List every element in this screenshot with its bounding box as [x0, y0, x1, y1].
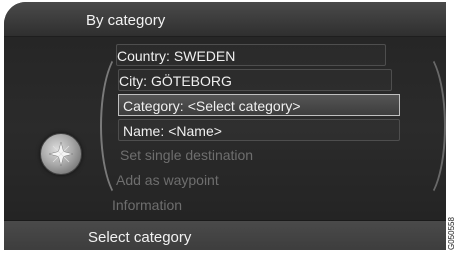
footer-status: Select category	[88, 229, 192, 246]
content-area: Country: SWEDEN City: GÖTEBORG Category: <S…	[4, 37, 446, 220]
city-value: GÖTEBORG	[151, 73, 232, 89]
country-label: Country:	[117, 48, 170, 64]
category-field[interactable]: Category: <Select category>	[118, 94, 400, 116]
information-item[interactable]: Information	[112, 194, 392, 216]
name-label: Name:	[123, 123, 165, 139]
knob-star-icon	[48, 141, 74, 167]
category-value: <Select category>	[187, 98, 301, 114]
infotainment-screen: By category Country: SWEDEN City: GÖTEBORG	[4, 2, 446, 250]
add-as-waypoint-item[interactable]: Add as waypoint	[116, 169, 396, 191]
page-title: By category	[86, 12, 166, 29]
navigation-knob-icon[interactable]	[40, 133, 82, 175]
country-field[interactable]: Country: SWEDEN	[116, 44, 386, 66]
country-value: SWEDEN	[173, 48, 236, 64]
name-value: <Name>	[168, 123, 222, 139]
screen-frame: By category Country: SWEDEN City: GÖTEBORG	[0, 0, 457, 253]
name-field[interactable]: Name: <Name>	[118, 119, 400, 141]
city-label: City:	[119, 73, 147, 89]
header-bar: By category	[4, 2, 446, 37]
footer-bar: Select category	[4, 220, 446, 250]
right-arc-decoration	[396, 49, 446, 203]
image-code: G050558	[447, 217, 456, 250]
set-single-destination-item[interactable]: Set single destination	[120, 144, 400, 166]
city-field[interactable]: City: GÖTEBORG	[118, 69, 392, 91]
category-label: Category:	[123, 98, 184, 114]
